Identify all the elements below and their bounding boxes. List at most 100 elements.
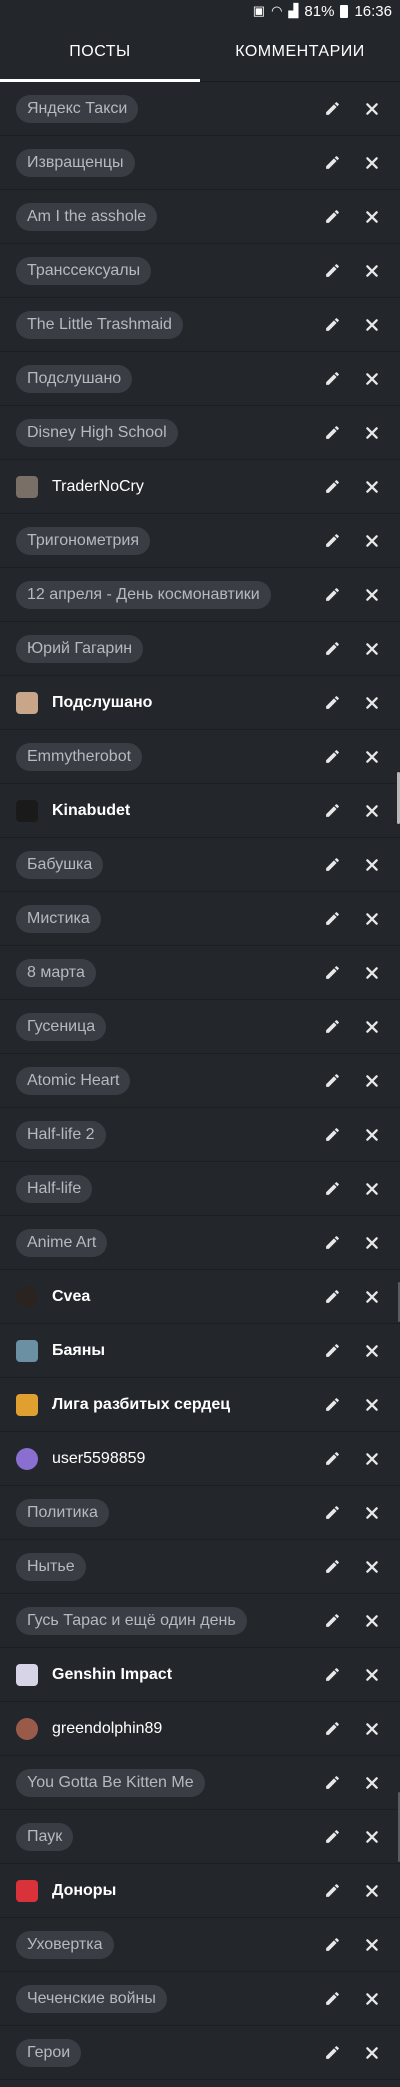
tag-chip[interactable]: Disney High School — [16, 418, 178, 447]
edit-pencil-icon[interactable] — [320, 1717, 344, 1741]
tab-comments[interactable]: КОММЕНТАРИИ — [200, 22, 400, 81]
remove-close-icon[interactable] — [360, 1177, 384, 1201]
remove-close-icon[interactable] — [360, 1339, 384, 1363]
tag-chip[interactable]: Тригонометрия — [16, 526, 151, 555]
edit-pencil-icon[interactable] — [320, 1231, 344, 1255]
remove-close-icon[interactable] — [360, 1231, 384, 1255]
remove-close-icon[interactable] — [360, 475, 384, 499]
remove-close-icon[interactable] — [360, 313, 384, 337]
edit-pencil-icon[interactable] — [320, 961, 344, 985]
remove-close-icon[interactable] — [360, 1609, 384, 1633]
remove-close-icon[interactable] — [360, 151, 384, 175]
edit-pencil-icon[interactable] — [320, 1933, 344, 1957]
community-entry[interactable]: Genshin Impact — [16, 1663, 172, 1686]
remove-close-icon[interactable] — [360, 421, 384, 445]
tag-chip[interactable]: Чеченские войны — [16, 1984, 167, 2013]
edit-pencil-icon[interactable] — [320, 1663, 344, 1687]
tag-chip[interactable]: Подслушано — [16, 364, 133, 393]
remove-close-icon[interactable] — [360, 907, 384, 931]
edit-pencil-icon[interactable] — [320, 2041, 344, 2065]
tag-chip[interactable]: You Gotta Be Kitten Me — [16, 1768, 205, 1797]
remove-close-icon[interactable] — [360, 1069, 384, 1093]
tag-chip[interactable]: Мистика — [16, 904, 101, 933]
remove-close-icon[interactable] — [360, 1393, 384, 1417]
edit-pencil-icon[interactable] — [320, 1285, 344, 1309]
remove-close-icon[interactable] — [360, 1555, 384, 1579]
tag-chip[interactable]: Atomic Heart — [16, 1066, 131, 1095]
tag-chip[interactable]: Half-life — [16, 1174, 93, 1203]
edit-pencil-icon[interactable] — [320, 259, 344, 283]
user-entry[interactable]: user5598859 — [16, 1447, 145, 1470]
remove-close-icon[interactable] — [360, 745, 384, 769]
remove-close-icon[interactable] — [360, 1501, 384, 1525]
tag-chip[interactable]: 8 марта — [16, 958, 96, 987]
remove-close-icon[interactable] — [360, 961, 384, 985]
user-entry[interactable]: greendolphin89 — [16, 1717, 162, 1740]
remove-close-icon[interactable] — [360, 97, 384, 121]
tag-chip[interactable]: Emmytherobot — [16, 742, 143, 771]
remove-close-icon[interactable] — [360, 1771, 384, 1795]
edit-pencil-icon[interactable] — [320, 475, 344, 499]
tag-chip[interactable]: Герои — [16, 2038, 82, 2067]
user-entry[interactable]: TraderNoCry — [16, 475, 144, 498]
community-entry[interactable]: Лига разбитых сердец — [16, 1393, 230, 1416]
edit-pencil-icon[interactable] — [320, 1393, 344, 1417]
tag-chip[interactable]: Паук — [16, 1822, 74, 1851]
edit-pencil-icon[interactable] — [320, 1339, 344, 1363]
remove-close-icon[interactable] — [360, 799, 384, 823]
edit-pencil-icon[interactable] — [320, 745, 344, 769]
edit-pencil-icon[interactable] — [320, 97, 344, 121]
edit-pencil-icon[interactable] — [320, 205, 344, 229]
tag-chip[interactable]: Транссексуалы — [16, 256, 152, 285]
edit-pencil-icon[interactable] — [320, 1015, 344, 1039]
tag-chip[interactable]: Нытье — [16, 1552, 86, 1581]
tag-chip[interactable]: Уховертка — [16, 1930, 114, 1959]
remove-close-icon[interactable] — [360, 1123, 384, 1147]
edit-pencil-icon[interactable] — [320, 1879, 344, 1903]
edit-pencil-icon[interactable] — [320, 907, 344, 931]
remove-close-icon[interactable] — [360, 1717, 384, 1741]
remove-close-icon[interactable] — [360, 205, 384, 229]
remove-close-icon[interactable] — [360, 637, 384, 661]
edit-pencil-icon[interactable] — [320, 637, 344, 661]
remove-close-icon[interactable] — [360, 367, 384, 391]
edit-pencil-icon[interactable] — [320, 1501, 344, 1525]
community-entry[interactable]: Cvea — [16, 1285, 90, 1308]
edit-pencil-icon[interactable] — [320, 151, 344, 175]
edit-pencil-icon[interactable] — [320, 1123, 344, 1147]
edit-pencil-icon[interactable] — [320, 853, 344, 877]
remove-close-icon[interactable] — [360, 2041, 384, 2065]
remove-close-icon[interactable] — [360, 259, 384, 283]
community-entry[interactable]: Баяны — [16, 1339, 105, 1362]
tab-posts[interactable]: ПОСТЫ — [0, 22, 200, 81]
edit-pencil-icon[interactable] — [320, 529, 344, 553]
edit-pencil-icon[interactable] — [320, 421, 344, 445]
remove-close-icon[interactable] — [360, 529, 384, 553]
tag-chip[interactable]: 12 апреля - День космонавтики — [16, 580, 271, 609]
tag-chip[interactable]: Бабушка — [16, 850, 104, 879]
edit-pencil-icon[interactable] — [320, 313, 344, 337]
community-entry[interactable]: Подслушано — [16, 691, 152, 714]
tag-chip[interactable]: Half-life 2 — [16, 1120, 106, 1149]
remove-close-icon[interactable] — [360, 583, 384, 607]
remove-close-icon[interactable] — [360, 1879, 384, 1903]
community-entry[interactable]: Доноры — [16, 1879, 116, 1902]
edit-pencil-icon[interactable] — [320, 367, 344, 391]
edit-pencil-icon[interactable] — [320, 1771, 344, 1795]
edit-pencil-icon[interactable] — [320, 1447, 344, 1471]
tag-chip[interactable]: Яндекс Такси — [16, 94, 139, 123]
edit-pencil-icon[interactable] — [320, 1069, 344, 1093]
remove-close-icon[interactable] — [360, 1825, 384, 1849]
remove-close-icon[interactable] — [360, 1933, 384, 1957]
remove-close-icon[interactable] — [360, 1663, 384, 1687]
tag-chip[interactable]: Am I the asshole — [16, 202, 158, 231]
tag-chip[interactable]: Юрий Гагарин — [16, 634, 144, 663]
tag-chip[interactable]: Гусь Тарас и ещё один день — [16, 1606, 247, 1635]
remove-close-icon[interactable] — [360, 1285, 384, 1309]
remove-close-icon[interactable] — [360, 1987, 384, 2011]
remove-close-icon[interactable] — [360, 853, 384, 877]
edit-pencil-icon[interactable] — [320, 1609, 344, 1633]
tag-chip[interactable]: Гусеница — [16, 1012, 107, 1041]
community-entry[interactable]: Kinabudet — [16, 799, 130, 822]
edit-pencil-icon[interactable] — [320, 691, 344, 715]
